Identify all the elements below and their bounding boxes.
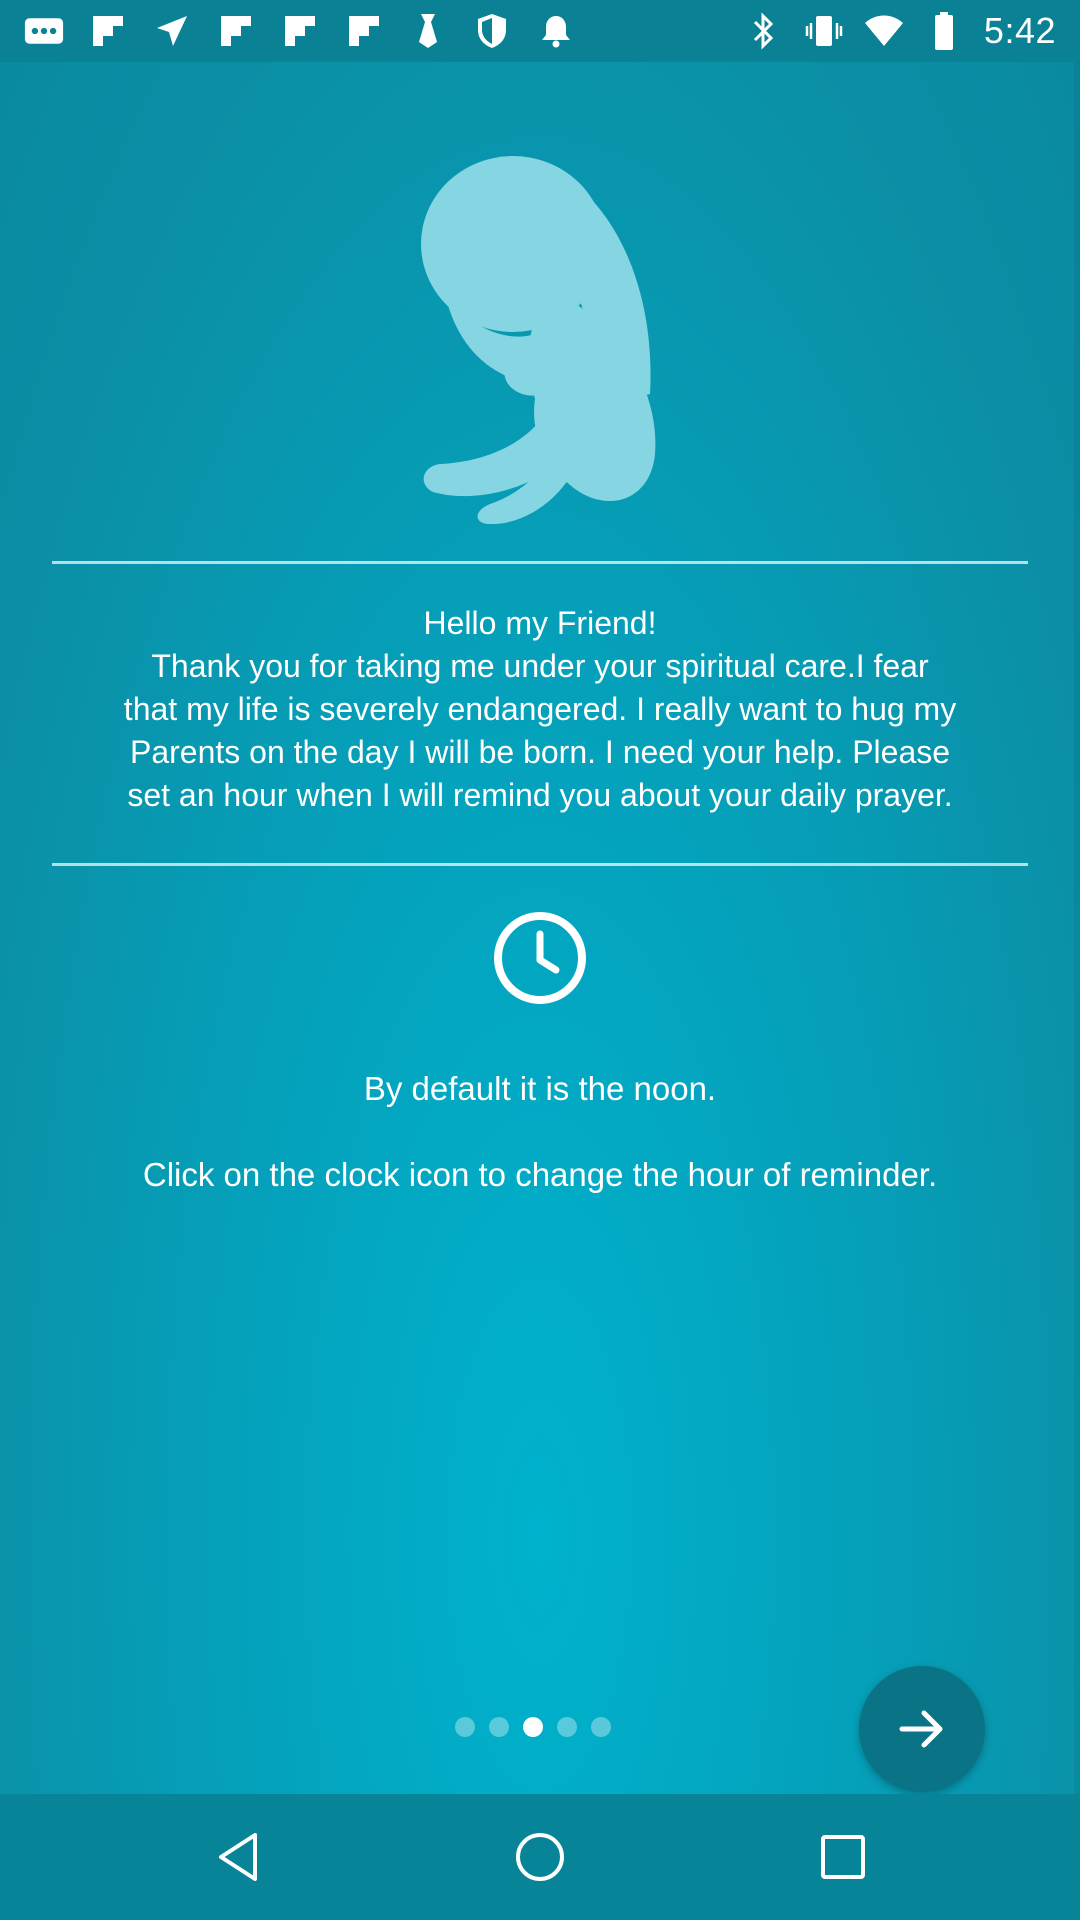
page-indicator <box>455 1717 611 1737</box>
home-icon <box>516 1833 564 1881</box>
flipboard-icon <box>216 11 256 51</box>
welcome-message: Hello my Friend! Thank you for taking me… <box>52 602 1028 817</box>
baby-illustration <box>421 156 656 524</box>
divider-top <box>52 561 1028 564</box>
message-line: set an hour when I will remind you about… <box>127 777 953 813</box>
arrow-right-icon <box>899 1710 943 1748</box>
arrow-icon <box>152 11 192 51</box>
page-dot <box>591 1717 611 1737</box>
bluetooth-icon <box>744 11 784 51</box>
default-time-text: By default it is the noon. <box>363 1070 717 1107</box>
next-button[interactable] <box>859 1666 985 1792</box>
back-icon <box>219 1833 257 1881</box>
battery-icon <box>924 11 964 51</box>
shield-icon <box>472 11 512 51</box>
wifi-icon <box>864 11 904 51</box>
message-greeting: Hello my Friend! <box>423 605 657 641</box>
status-time: 5:42 <box>983 10 1056 51</box>
clock-icon[interactable] <box>492 910 588 1006</box>
recents-icon <box>821 1835 865 1879</box>
page-dot-active <box>523 1717 543 1737</box>
bell-icon <box>536 11 576 51</box>
system-icons: 5:42 <box>744 0 1056 62</box>
onboarding-screen: Hello my Friend! Thank you for taking me… <box>0 62 1080 1794</box>
navigation-bar <box>0 1794 1080 1920</box>
status-bar: 5:42 <box>0 0 1080 62</box>
instruction-text: Click on the clock icon to change the ho… <box>142 1156 938 1193</box>
flipboard-icon <box>344 11 384 51</box>
back-button[interactable] <box>203 1822 273 1892</box>
more-notifications-icon <box>24 11 64 51</box>
tie-icon <box>408 11 448 51</box>
recents-button[interactable] <box>808 1822 878 1892</box>
page-dot <box>557 1717 577 1737</box>
flipboard-icon <box>88 11 128 51</box>
vibrate-icon <box>804 11 844 51</box>
page-dot <box>489 1717 509 1737</box>
home-button[interactable] <box>505 1822 575 1892</box>
divider-bottom <box>52 863 1028 866</box>
message-line: Parents on the day I will be born. I nee… <box>129 734 951 770</box>
flipboard-icon <box>280 11 320 51</box>
page-dot <box>455 1717 475 1737</box>
message-line: Thank you for taking me under your spiri… <box>151 648 929 684</box>
message-line: that my life is severely endangered. I r… <box>123 691 957 727</box>
notification-icons <box>24 0 576 62</box>
